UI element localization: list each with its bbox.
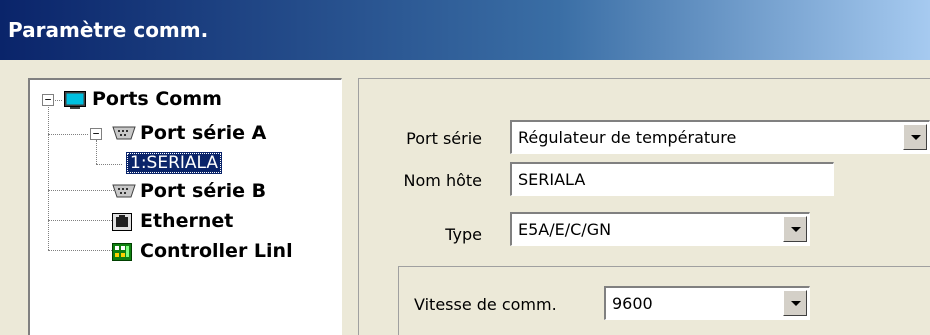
- tree-node-label: Port série A: [140, 122, 267, 144]
- tree-node-label: Controller Linl: [140, 240, 293, 262]
- serial-port-icon: [112, 125, 136, 141]
- window-title: Paramètre comm.: [8, 18, 209, 42]
- type-value: E5A/E/C/GN: [518, 220, 612, 239]
- type-select[interactable]: E5A/E/C/GN: [510, 212, 810, 246]
- chevron-down-icon[interactable]: [783, 216, 807, 242]
- tree-line: [96, 140, 97, 164]
- tree-line: [48, 134, 88, 135]
- monitor-icon: [64, 91, 86, 109]
- controller-link-icon: [112, 243, 132, 261]
- tree-line: [48, 250, 114, 251]
- collapse-port-a-toggle[interactable]: −: [90, 128, 102, 140]
- chevron-down-icon[interactable]: [783, 290, 807, 316]
- nom-hote-value: SERIALA: [518, 170, 586, 189]
- tree-line: [48, 100, 49, 250]
- collapse-root-toggle[interactable]: −: [42, 94, 54, 106]
- chevron-down-icon[interactable]: [903, 124, 927, 150]
- port-serie-label: Port série: [406, 129, 482, 148]
- vitesse-value: 9600: [612, 294, 653, 313]
- tree-line: [96, 164, 122, 165]
- ports-tree[interactable]: − Ports Comm − Port série A 1:SERIALA Po…: [28, 78, 342, 335]
- vitesse-select[interactable]: 9600: [604, 286, 810, 320]
- vitesse-label: Vitesse de comm.: [414, 295, 557, 314]
- tree-node-port-serie-b[interactable]: Port série B: [112, 180, 266, 202]
- tree-node-label-selected: 1:SERIALA: [126, 152, 223, 174]
- ethernet-port-icon: [112, 213, 132, 231]
- nom-hote-label: Nom hôte: [403, 171, 482, 190]
- tree-node-1-seriala[interactable]: 1:SERIALA: [126, 152, 223, 174]
- title-bar: Paramètre comm.: [0, 0, 930, 60]
- tree-node-ethernet[interactable]: Ethernet: [112, 210, 233, 232]
- tree-line: [48, 220, 114, 221]
- tree-node-controller-link[interactable]: Controller Linl: [112, 240, 293, 262]
- tree-line: [48, 190, 114, 191]
- port-serie-value: Régulateur de température: [518, 128, 737, 147]
- tree-node-ports-comm[interactable]: Ports Comm: [64, 88, 222, 110]
- dialog-client-area: − Ports Comm − Port série A 1:SERIALA Po…: [0, 60, 930, 335]
- tree-node-label: Port série B: [140, 180, 267, 202]
- port-serie-select[interactable]: Régulateur de température: [510, 120, 930, 154]
- tree-node-label: Ports Comm: [92, 88, 222, 110]
- nom-hote-input[interactable]: SERIALA: [510, 162, 834, 196]
- type-label: Type: [445, 225, 482, 244]
- tree-node-label: Ethernet: [140, 210, 234, 232]
- tree-node-port-serie-a[interactable]: Port série A: [112, 122, 266, 144]
- serial-port-icon: [112, 183, 136, 199]
